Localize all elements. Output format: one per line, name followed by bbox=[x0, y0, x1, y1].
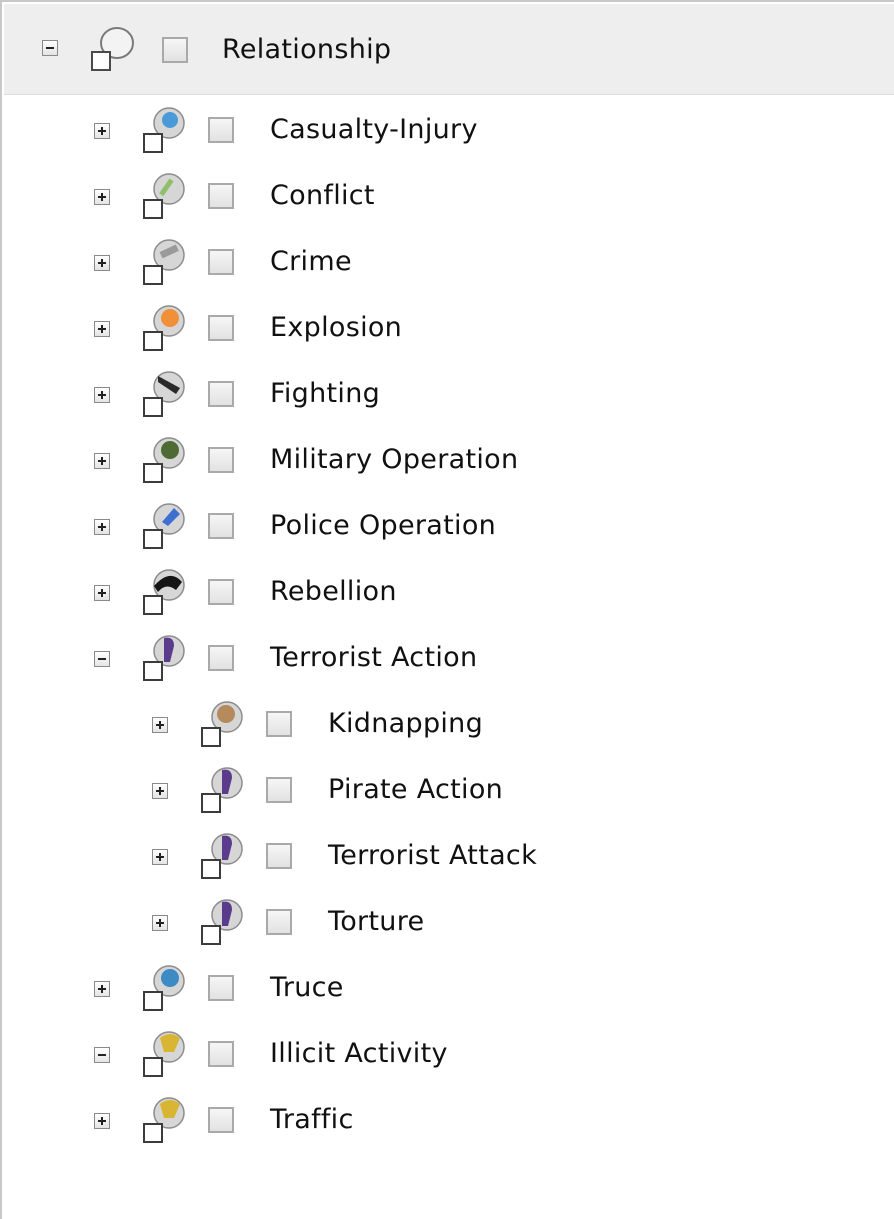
tree-item-label: Military Operation bbox=[270, 444, 519, 475]
tree-item-illicit-activity[interactable]: Illicit Activity bbox=[2, 1024, 892, 1084]
expand-toggle[interactable] bbox=[152, 783, 168, 799]
tree-item-explosion[interactable]: Explosion bbox=[2, 298, 892, 358]
expand-toggle[interactable] bbox=[152, 849, 168, 865]
tree-item-label: Police Operation bbox=[270, 510, 497, 541]
item-checkbox[interactable] bbox=[208, 183, 234, 209]
torture-icon bbox=[201, 899, 243, 945]
collapse-toggle[interactable] bbox=[94, 1047, 110, 1063]
pirate-icon bbox=[201, 767, 243, 813]
tree-item-label: Casualty-Injury bbox=[270, 114, 478, 145]
tree-item-terrorist-attack[interactable]: Terrorist Attack bbox=[2, 826, 892, 886]
tree-item-label: Pirate Action bbox=[328, 774, 504, 805]
terrorist-icon bbox=[143, 635, 185, 681]
terrorist-attack-icon bbox=[201, 833, 243, 879]
tree-item-label: Kidnapping bbox=[328, 708, 484, 739]
tree-panel: Relationship Casualty-Injury Conflict Crim… bbox=[0, 0, 894, 1219]
expand-toggle[interactable] bbox=[94, 519, 110, 535]
item-checkbox[interactable] bbox=[266, 711, 292, 737]
item-checkbox[interactable] bbox=[266, 777, 292, 803]
tree-item-traffic[interactable]: Traffic bbox=[2, 1090, 892, 1150]
item-checkbox[interactable] bbox=[208, 1041, 234, 1067]
tree-item-label: Truce bbox=[270, 972, 344, 1003]
explosion-icon bbox=[143, 305, 185, 351]
item-checkbox[interactable] bbox=[208, 117, 234, 143]
tree-item-kidnapping[interactable]: Kidnapping bbox=[2, 694, 892, 754]
tree-item-fighting[interactable]: Fighting bbox=[2, 364, 892, 424]
tree-item-label: Rebellion bbox=[270, 576, 397, 607]
expand-toggle[interactable] bbox=[94, 255, 110, 271]
expand-toggle[interactable] bbox=[94, 981, 110, 997]
root-label: Relationship bbox=[222, 34, 392, 65]
rebellion-icon bbox=[143, 569, 185, 615]
tree-item-label: Crime bbox=[270, 246, 352, 277]
tree-item-label: Explosion bbox=[270, 312, 403, 343]
expand-toggle[interactable] bbox=[94, 453, 110, 469]
tree-item-torture[interactable]: Torture bbox=[2, 892, 892, 952]
tree-item-pirate-action[interactable]: Pirate Action bbox=[2, 760, 892, 820]
item-checkbox[interactable] bbox=[208, 381, 234, 407]
fighting-icon bbox=[143, 371, 185, 417]
tree-item-casualty-injury[interactable]: Casualty-Injury bbox=[2, 100, 892, 160]
tree-root-row[interactable]: Relationship bbox=[4, 4, 894, 95]
expand-toggle[interactable] bbox=[152, 915, 168, 931]
item-checkbox[interactable] bbox=[208, 975, 234, 1001]
tree-item-label: Fighting bbox=[270, 378, 381, 409]
tree-item-conflict[interactable]: Conflict bbox=[2, 166, 892, 226]
tree-item-label: Traffic bbox=[270, 1104, 354, 1135]
police-icon bbox=[143, 503, 185, 549]
item-checkbox[interactable] bbox=[208, 1107, 234, 1133]
conflict-icon bbox=[143, 173, 185, 219]
tree-item-military-operation[interactable]: Military Operation bbox=[2, 430, 892, 490]
tree-item-label: Terrorist Attack bbox=[328, 840, 538, 871]
item-checkbox[interactable] bbox=[208, 579, 234, 605]
item-checkbox[interactable] bbox=[208, 447, 234, 473]
expand-toggle[interactable] bbox=[94, 123, 110, 139]
collapse-toggle[interactable] bbox=[94, 651, 110, 667]
root-checkbox[interactable] bbox=[162, 37, 188, 63]
crime-icon bbox=[143, 239, 185, 285]
tree-item-label: Conflict bbox=[270, 180, 375, 211]
tree-item-label: Illicit Activity bbox=[270, 1038, 448, 1069]
expand-toggle[interactable] bbox=[94, 321, 110, 337]
military-icon bbox=[143, 437, 185, 483]
expand-toggle[interactable] bbox=[94, 1113, 110, 1129]
truce-icon bbox=[143, 965, 185, 1011]
tree-item-truce[interactable]: Truce bbox=[2, 958, 892, 1018]
item-checkbox[interactable] bbox=[266, 843, 292, 869]
expand-toggle[interactable] bbox=[94, 189, 110, 205]
item-checkbox[interactable] bbox=[208, 249, 234, 275]
relationship-bubble-icon bbox=[91, 27, 134, 71]
tree-item-crime[interactable]: Crime bbox=[2, 232, 892, 292]
item-checkbox[interactable] bbox=[266, 909, 292, 935]
item-checkbox[interactable] bbox=[208, 645, 234, 671]
collapse-toggle[interactable] bbox=[42, 40, 58, 56]
expand-toggle[interactable] bbox=[152, 717, 168, 733]
casualty-icon bbox=[143, 107, 185, 153]
traffic-icon bbox=[143, 1097, 185, 1143]
tree-item-terrorist-action[interactable]: Terrorist Action bbox=[2, 628, 892, 688]
tree-item-rebellion[interactable]: Rebellion bbox=[2, 562, 892, 622]
tree-item-label: Terrorist Action bbox=[270, 642, 478, 673]
tree-item-label: Torture bbox=[328, 906, 425, 937]
illicit-icon bbox=[143, 1031, 185, 1077]
expand-toggle[interactable] bbox=[94, 387, 110, 403]
item-checkbox[interactable] bbox=[208, 513, 234, 539]
item-checkbox[interactable] bbox=[208, 315, 234, 341]
expand-toggle[interactable] bbox=[94, 585, 110, 601]
kidnapping-icon bbox=[201, 701, 243, 747]
tree-item-police-operation[interactable]: Police Operation bbox=[2, 496, 892, 556]
